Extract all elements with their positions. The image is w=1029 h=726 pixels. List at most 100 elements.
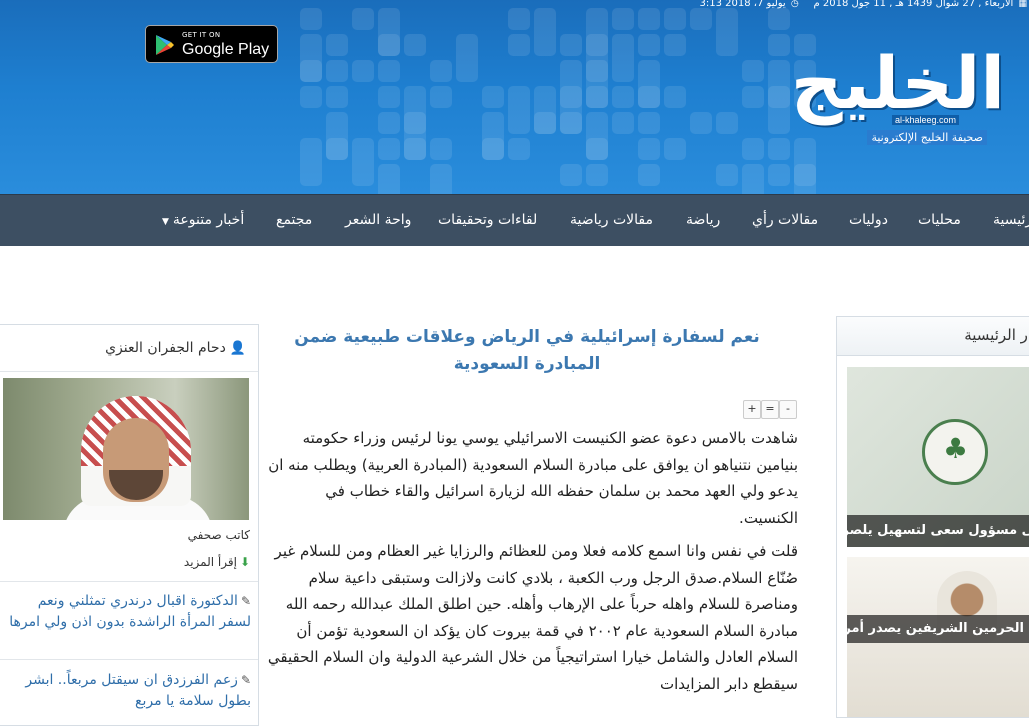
header-pattern-tile — [326, 60, 348, 82]
header-pattern-tile — [352, 60, 374, 82]
header-pattern-tile — [326, 86, 348, 108]
header-pattern-tile — [560, 164, 582, 186]
header-pattern-tile — [326, 34, 348, 56]
nav-item-sports[interactable]: رياضة — [686, 195, 720, 246]
header-pattern-tile — [352, 8, 374, 30]
user-icon: 👤 — [229, 341, 246, 356]
google-play-small-text: GET IT ON — [182, 31, 221, 39]
nav-item-international[interactable]: دوليات — [849, 195, 888, 246]
nav-item-society[interactable]: مجتمع — [276, 195, 312, 246]
header-pattern-tile — [378, 86, 400, 108]
nav-item-interviews[interactable]: لقاءات وتحقيقات — [438, 195, 537, 246]
header-pattern-tile — [664, 138, 686, 160]
header-pattern-tile — [664, 86, 686, 108]
header-pattern-tile — [612, 8, 634, 30]
author-photo — [3, 378, 249, 520]
font-reset-button[interactable]: = — [761, 400, 779, 419]
related-article-link[interactable]: ✎الدكتورة اقبال درندري تمثلني ونعم لسفر … — [7, 591, 251, 633]
google-play-big-text: Google Play — [182, 41, 270, 58]
nav-item-misc[interactable]: أخبار متنوعة▼ — [162, 195, 244, 246]
header-pattern-tile — [430, 60, 452, 82]
header-pattern-tile — [742, 164, 764, 194]
header-pattern-tile — [378, 60, 400, 82]
site-header: ▦ الأربعاء , 27 شوال 1439 هـ , 11 جول 20… — [0, 0, 1029, 194]
logo-url: al-khaleeg.com — [891, 115, 959, 125]
header-pattern-tile — [508, 8, 530, 30]
header-pattern-tile — [300, 138, 322, 186]
current-time: 3:13 — [699, 0, 722, 9]
header-pattern-tile — [794, 164, 816, 194]
author-job: كاتب صحفي — [187, 528, 250, 542]
header-pattern-tile — [612, 86, 634, 108]
header-pattern-tile — [638, 112, 660, 134]
logo-wordmark: الخليج — [790, 41, 1005, 125]
nav-item-opinion[interactable]: مقالات رأي — [752, 195, 818, 246]
related-article-link[interactable]: ✎زعم الفرزدق ان سيقتل مربعاً.. ابشر بطول… — [7, 670, 251, 712]
top-news-title: الأخبار الرئيسية — [837, 317, 1029, 356]
top-news-panel: الأخبار الرئيسية ♣ على مسؤول سعى لتسهيل … — [836, 316, 1029, 718]
author-header: 👤دحام الجفران العنزي — [0, 325, 258, 372]
dateline: ▦ الأربعاء , 27 شوال 1439 هـ , 11 جول 20… — [699, 0, 1029, 12]
main-nav: الرئيسية محليات دوليات مقالات رأي رياضة … — [0, 194, 1029, 246]
header-pattern-tile — [742, 138, 764, 160]
news-card-caption: على مسؤول سعى لتسهيل يلصرف مستحقات مالية… — [847, 515, 1029, 547]
header-pattern-tile — [638, 164, 660, 186]
author-name[interactable]: دحام الجفران العنزي — [105, 340, 226, 356]
emblem-image: ♣ — [922, 419, 988, 485]
gregorian-date: يوليو 7، 2018 — [725, 0, 786, 9]
header-pattern-tile — [664, 34, 686, 56]
header-pattern-tile — [378, 112, 400, 134]
header-pattern-tile — [378, 34, 400, 56]
news-card-caption: خادم الحرمين الشريفين يصدر أمره بالعفو ع… — [847, 615, 1029, 643]
header-pattern-tile — [586, 138, 608, 160]
article-paragraph: قلت في نفس وانا اسمع كلامه فعلا ومن للعظ… — [267, 542, 798, 693]
header-pattern-tile — [638, 34, 660, 56]
google-play-badge[interactable]: GET IT ON Google Play — [145, 25, 278, 63]
header-pattern-tile — [300, 60, 322, 82]
article-title[interactable]: نعم لسفارة إسرائيلية في الرياض وعلاقات ط… — [262, 324, 792, 378]
nav-item-misc-label: أخبار متنوعة — [172, 212, 245, 228]
font-decrease-button[interactable]: - — [779, 400, 797, 419]
header-pattern-tile — [638, 138, 660, 160]
header-pattern-tile — [300, 86, 322, 108]
header-pattern-tile — [404, 138, 426, 160]
read-more-link[interactable]: ⬇إقرأ المزيد — [184, 555, 250, 569]
hijri-date: الأربعاء , 27 شوال 1439 هـ , 11 جول 2018… — [813, 0, 1014, 9]
header-pattern-tile — [664, 8, 686, 30]
news-card[interactable]: خادم الحرمين الشريفين يصدر أمره بالعفو ع… — [847, 557, 1029, 717]
header-pattern-tile — [534, 112, 556, 134]
header-pattern-tile — [586, 86, 608, 108]
google-play-icon — [156, 35, 174, 55]
header-pattern-tile — [430, 86, 452, 108]
header-pattern-tile — [560, 112, 582, 134]
header-pattern-tile — [742, 86, 764, 108]
divider — [0, 581, 258, 582]
header-pattern-tile — [560, 34, 582, 56]
nav-item-local[interactable]: محليات — [918, 195, 961, 246]
header-pattern-tile — [586, 164, 608, 186]
font-increase-button[interactable]: + — [743, 400, 761, 419]
nav-item-poetry[interactable]: واحة الشعر — [345, 195, 411, 246]
header-pattern-tile — [430, 164, 452, 194]
header-pattern-tile — [482, 138, 504, 160]
arrow-down-icon: ⬇ — [239, 555, 250, 569]
header-pattern-tile — [768, 138, 790, 160]
nav-item-home[interactable]: الرئيسية — [993, 195, 1029, 246]
header-pattern-tile — [612, 112, 634, 134]
header-pattern-tile — [716, 8, 738, 56]
pencil-icon: ✎ — [240, 594, 251, 608]
site-logo[interactable]: الخليج al-khaleeg.com صحيفة الخليج الإلك… — [791, 42, 1005, 152]
header-pattern-tile — [716, 164, 738, 186]
header-pattern-tile — [534, 8, 556, 56]
header-pattern-tile — [638, 8, 660, 30]
header-pattern-tile — [716, 112, 738, 134]
divider — [0, 659, 258, 660]
news-card[interactable]: ♣ على مسؤول سعى لتسهيل يلصرف مستحقات مال… — [847, 367, 1029, 547]
header-pattern-tile — [508, 138, 530, 160]
header-pattern-tile — [430, 138, 452, 160]
header-pattern-tile — [508, 34, 530, 56]
nav-item-sports-articles[interactable]: مقالات رياضية — [570, 195, 653, 246]
author-box: 👤دحام الجفران العنزي كاتب صحفي ⬇إقرأ الم… — [0, 324, 259, 726]
calendar-icon: ▦ — [1018, 0, 1027, 9]
header-pattern-tile — [690, 112, 712, 134]
